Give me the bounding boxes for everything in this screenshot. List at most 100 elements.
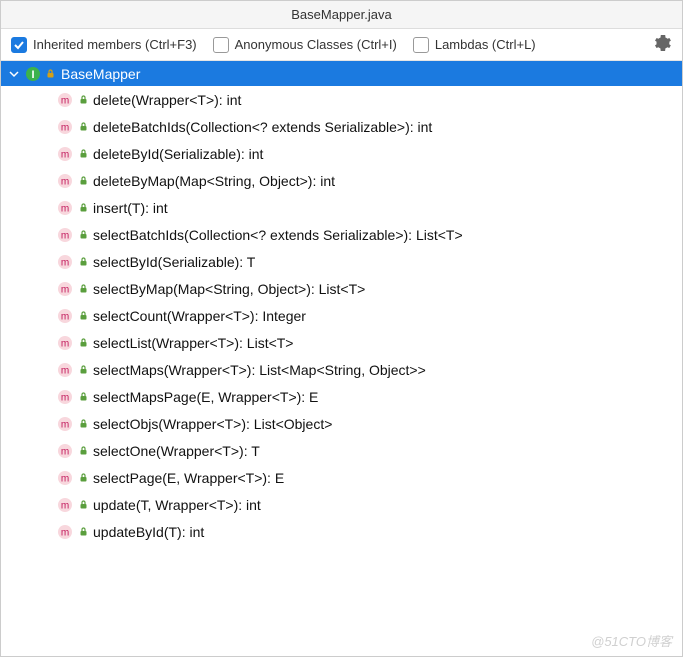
method-node[interactable]: m selectBatchIds(Collection<? extends Ser… — [1, 221, 682, 248]
method-node[interactable]: m selectMaps(Wrapper<T>): List<Map<String… — [1, 356, 682, 383]
anonymous-classes-checkbox[interactable]: Anonymous Classes (Ctrl+I) — [213, 37, 397, 53]
svg-text:I: I — [31, 69, 34, 81]
method-icon: m — [57, 443, 73, 459]
root-node[interactable]: I BaseMapper — [1, 61, 682, 86]
method-node[interactable]: m deleteByMap(Map<String, Object>): int — [1, 167, 682, 194]
svg-text:m: m — [61, 527, 69, 538]
method-icon: m — [57, 173, 73, 189]
svg-text:m: m — [61, 365, 69, 376]
method-label: delete(Wrapper<T>): int — [93, 92, 241, 108]
gear-icon — [655, 35, 671, 54]
checkbox-icon — [11, 37, 27, 53]
method-icon: m — [57, 362, 73, 378]
svg-text:m: m — [61, 419, 69, 430]
method-icon: m — [57, 200, 73, 216]
root-label: BaseMapper — [61, 66, 140, 82]
method-icon: m — [57, 524, 73, 540]
method-node[interactable]: mselectCount(Wrapper<T>): Integer — [1, 302, 682, 329]
lock-icon — [78, 311, 88, 321]
method-label: selectMapsPage(E, Wrapper<T>): E — [93, 389, 318, 405]
method-icon: m — [57, 119, 73, 135]
svg-text:m: m — [61, 311, 69, 322]
lock-icon — [78, 203, 88, 213]
lock-icon — [78, 473, 88, 483]
inherited-members-checkbox[interactable]: Inherited members (Ctrl+F3) — [11, 37, 197, 53]
method-node[interactable]: m selectOne(Wrapper<T>): T — [1, 437, 682, 464]
svg-text:m: m — [61, 122, 69, 133]
title-bar: BaseMapper.java — [1, 1, 682, 29]
method-node[interactable]: m selectMapsPage(E, Wrapper<T>): E — [1, 383, 682, 410]
chevron-down-icon[interactable] — [7, 67, 21, 81]
inherited-members-label: Inherited members (Ctrl+F3) — [33, 37, 197, 52]
lock-icon — [78, 365, 88, 375]
method-node[interactable]: m update(T, Wrapper<T>): int — [1, 491, 682, 518]
method-icon: m — [57, 92, 73, 108]
method-label: deleteById(Serializable): int — [93, 146, 263, 162]
svg-text:m: m — [61, 95, 69, 106]
lock-icon — [78, 176, 88, 186]
svg-text:m: m — [61, 176, 69, 187]
method-label: update(T, Wrapper<T>): int — [93, 497, 261, 513]
method-icon: m — [57, 281, 73, 297]
interface-icon: I — [25, 66, 41, 82]
method-node[interactable]: m selectList(Wrapper<T>): List<T> — [1, 329, 682, 356]
method-node[interactable]: mdeleteBatchIds(Collection<? extends Ser… — [1, 113, 682, 140]
method-label: selectOne(Wrapper<T>): T — [93, 443, 260, 459]
method-label: selectByMap(Map<String, Object>): List<T… — [93, 281, 365, 297]
method-label: selectMaps(Wrapper<T>): List<Map<String,… — [93, 362, 426, 378]
svg-text:m: m — [61, 284, 69, 295]
method-node[interactable]: m selectPage(E, Wrapper<T>): E — [1, 464, 682, 491]
window-title: BaseMapper.java — [291, 7, 391, 22]
anonymous-classes-label: Anonymous Classes (Ctrl+I) — [235, 37, 397, 52]
lock-icon — [78, 284, 88, 294]
toolbar: Inherited members (Ctrl+F3) Anonymous Cl… — [1, 29, 682, 61]
method-label: selectBatchIds(Collection<? extends Seri… — [93, 227, 463, 243]
svg-text:m: m — [61, 446, 69, 457]
method-icon: m — [57, 470, 73, 486]
lock-icon — [78, 392, 88, 402]
lock-icon — [78, 149, 88, 159]
method-node[interactable]: m selectById(Serializable): T — [1, 248, 682, 275]
method-label: selectById(Serializable): T — [93, 254, 255, 270]
lock-icon — [78, 500, 88, 510]
svg-text:m: m — [61, 230, 69, 241]
method-icon: m — [57, 146, 73, 162]
method-label: selectObjs(Wrapper<T>): List<Object> — [93, 416, 332, 432]
lock-icon — [45, 69, 55, 79]
method-label: selectList(Wrapper<T>): List<T> — [93, 335, 293, 351]
settings-button[interactable] — [654, 36, 672, 54]
lock-icon — [78, 419, 88, 429]
lock-icon — [78, 257, 88, 267]
method-icon: m — [57, 497, 73, 513]
checkbox-icon — [213, 37, 229, 53]
lambdas-checkbox[interactable]: Lambdas (Ctrl+L) — [413, 37, 536, 53]
lock-icon — [78, 527, 88, 537]
method-label: deleteByMap(Map<String, Object>): int — [93, 173, 335, 189]
svg-text:m: m — [61, 149, 69, 160]
lock-icon — [78, 446, 88, 456]
svg-text:m: m — [61, 392, 69, 403]
lambdas-label: Lambdas (Ctrl+L) — [435, 37, 536, 52]
method-icon: m — [57, 227, 73, 243]
method-icon: m — [57, 389, 73, 405]
checkbox-icon — [413, 37, 429, 53]
method-node[interactable]: m delete(Wrapper<T>): int — [1, 86, 682, 113]
method-node[interactable]: m insert(T): int — [1, 194, 682, 221]
method-node[interactable]: m selectByMap(Map<String, Object>): List<… — [1, 275, 682, 302]
svg-text:m: m — [61, 500, 69, 511]
method-node[interactable]: m selectObjs(Wrapper<T>): List<Object> — [1, 410, 682, 437]
method-label: insert(T): int — [93, 200, 168, 216]
lock-icon — [78, 230, 88, 240]
method-icon: m — [57, 308, 73, 324]
svg-text:m: m — [61, 257, 69, 268]
method-icon: m — [57, 335, 73, 351]
method-node[interactable]: m deleteById(Serializable): int — [1, 140, 682, 167]
method-icon: m — [57, 254, 73, 270]
method-node[interactable]: mupdateById(T): int — [1, 518, 682, 545]
svg-text:m: m — [61, 338, 69, 349]
lock-icon — [78, 95, 88, 105]
structure-tree[interactable]: I BaseMapper mdelete(Wrapper<T>): intmde… — [1, 61, 682, 656]
svg-text:m: m — [61, 203, 69, 214]
lock-icon — [78, 122, 88, 132]
method-label: selectPage(E, Wrapper<T>): E — [93, 470, 284, 486]
